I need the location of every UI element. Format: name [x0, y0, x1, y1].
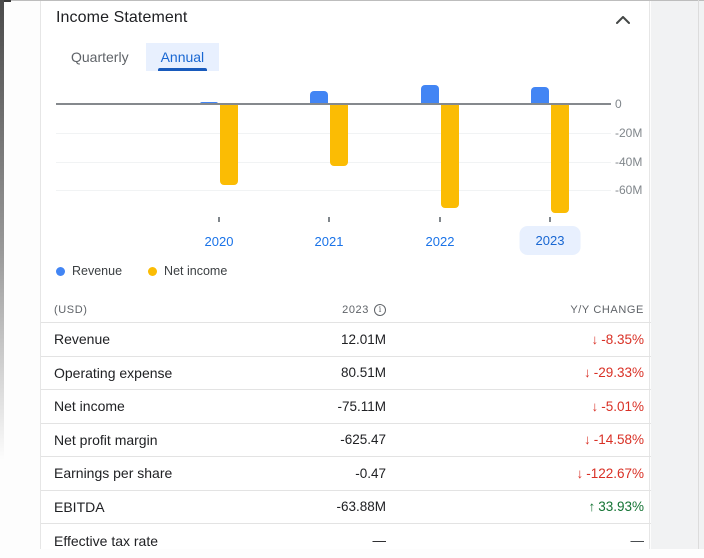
y-axis-tick-label: -60M — [615, 183, 651, 197]
arrow-down-icon: ↓ — [584, 432, 591, 447]
card-header: Income Statement — [41, 1, 649, 37]
x-axis-tick — [549, 217, 551, 222]
row-yy-change: ↓-8.35% — [386, 332, 644, 347]
table-row: Operating expense80.51M↓-29.33% — [41, 357, 651, 391]
row-yy-change: — — [386, 533, 644, 548]
revenue-bar-2023[interactable] — [531, 87, 549, 104]
row-value: 12.01M — [294, 332, 386, 347]
row-yy-change: ↓-29.33% — [386, 365, 644, 380]
row-value: 80.51M — [294, 365, 386, 380]
row-label: Net income — [54, 398, 294, 414]
legend-item-revenue: Revenue — [56, 264, 122, 278]
row-label: Operating expense — [54, 365, 294, 381]
row-yy-change: ↑33.93% — [386, 499, 644, 514]
row-yy-change: ↓-14.58% — [386, 432, 644, 447]
legend-item-net-income: Net income — [148, 264, 227, 278]
table-body: Revenue12.01M↓-8.35%Operating expense80.… — [41, 323, 651, 558]
table-row: Net income-75.11M↓-5.01% — [41, 390, 651, 424]
year-label-2022[interactable]: 2022 — [426, 234, 455, 249]
column-header-yy-change: Y/Y CHANGE — [386, 304, 644, 316]
net-income-bar-2021[interactable] — [330, 105, 348, 166]
page-background-gutter — [651, 1, 704, 549]
income-statement-card: Income Statement Quarterly Annual 0 -20M -… — [40, 1, 650, 549]
legend-dot-icon — [56, 267, 65, 276]
row-value: -625.47 — [294, 432, 386, 447]
arrow-down-icon: ↓ — [576, 466, 583, 481]
x-axis-zero-line — [56, 103, 611, 105]
y-axis-tick-label: -40M — [615, 155, 651, 169]
chevron-up-icon — [616, 12, 630, 27]
financials-table: (USD) 2023 i Y/Y CHANGE Revenue12.01M↓-8… — [41, 297, 651, 558]
income-statement-bar-chart: 0 -20M -40M -60M 2020 2021 2022 2023 — [41, 76, 651, 261]
row-label: Effective tax rate — [54, 533, 294, 549]
table-row: Net profit margin-625.47↓-14.58% — [41, 424, 651, 458]
column-header-year: 2023 i — [294, 304, 386, 316]
page-title: Income Statement — [56, 9, 187, 27]
row-label: EBITDA — [54, 499, 294, 515]
net-income-bar-2023[interactable] — [551, 105, 569, 213]
row-yy-change: ↓-122.67% — [386, 466, 644, 481]
table-header-row: (USD) 2023 i Y/Y CHANGE — [41, 297, 651, 323]
window-left-edge — [0, 0, 4, 460]
row-label: Revenue — [54, 331, 294, 347]
legend-label: Net income — [164, 264, 227, 278]
y-axis-tick-label: 0 — [615, 97, 651, 111]
year-label-2023[interactable]: 2023 — [520, 226, 581, 255]
row-value: -0.47 — [294, 466, 386, 481]
row-label: Net profit margin — [54, 432, 294, 448]
y-axis-tick-label: -20M — [615, 126, 651, 140]
row-yy-change: ↓-5.01% — [386, 399, 644, 414]
x-axis-tick — [328, 217, 330, 222]
revenue-bar-2021[interactable] — [310, 91, 328, 104]
scrollbar-track-line — [698, 0, 699, 549]
arrow-up-icon: ↑ — [588, 499, 595, 514]
legend-dot-icon — [148, 267, 157, 276]
net-income-bar-2020[interactable] — [220, 105, 238, 185]
arrow-down-icon: ↓ — [591, 399, 598, 414]
net-income-bar-2022[interactable] — [441, 105, 459, 208]
period-tabs: Quarterly Annual — [59, 43, 219, 71]
legend-label: Revenue — [72, 264, 122, 278]
info-icon[interactable]: i — [374, 304, 386, 316]
arrow-down-icon: ↓ — [584, 365, 591, 380]
row-value: -63.88M — [294, 499, 386, 514]
collapse-section-button[interactable] — [611, 7, 635, 31]
x-axis-tick — [439, 217, 441, 222]
year-label-2020[interactable]: 2020 — [205, 234, 234, 249]
tab-annual[interactable]: Annual — [146, 43, 220, 71]
row-label: Earnings per share — [54, 465, 294, 481]
year-label-2021[interactable]: 2021 — [315, 234, 344, 249]
arrow-down-icon: ↓ — [591, 332, 598, 347]
tab-quarterly[interactable]: Quarterly — [59, 43, 141, 71]
table-row: Effective tax rate—— — [41, 524, 651, 558]
row-value: — — [294, 533, 386, 548]
table-row: EBITDA-63.88M↑33.93% — [41, 491, 651, 525]
chart-legend: Revenue Net income — [56, 264, 253, 278]
revenue-bar-2022[interactable] — [421, 85, 439, 104]
table-row: Earnings per share-0.47↓-122.67% — [41, 457, 651, 491]
row-value: -75.11M — [294, 399, 386, 414]
gridline — [56, 190, 611, 191]
table-row: Revenue12.01M↓-8.35% — [41, 323, 651, 357]
column-header-currency: (USD) — [54, 304, 294, 316]
x-axis-tick — [218, 217, 220, 222]
